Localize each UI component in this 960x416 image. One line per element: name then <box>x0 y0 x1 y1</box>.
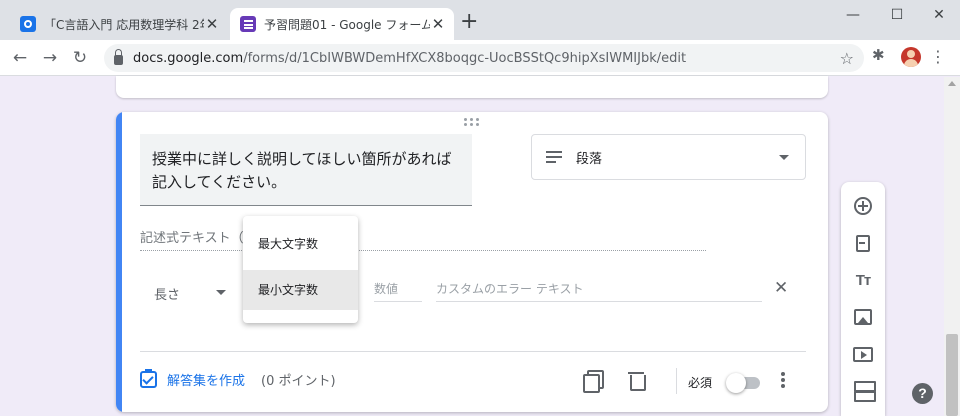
url-path: /forms/d/1CbIWBWDemHfXCX8boqgc-UocBSStQc… <box>243 50 687 66</box>
browser-menu-icon[interactable]: ⋮ <box>930 47 946 66</box>
profile-avatar[interactable] <box>901 47 921 67</box>
required-toggle-thumb[interactable] <box>726 373 746 393</box>
paragraph-icon <box>546 151 562 163</box>
tab-close-icon[interactable]: ✕ <box>204 16 220 32</box>
number-input[interactable]: 数値 <box>374 280 422 302</box>
divider <box>140 351 806 352</box>
tab-title: 「C言語入門 応用数理学科 2年」の <box>44 17 204 32</box>
more-options-icon[interactable] <box>780 370 786 390</box>
question-type-label: 段落 <box>576 151 603 167</box>
window-close-button[interactable]: ✕ <box>924 4 954 26</box>
tab-classroom[interactable]: 「C言語入門 応用数理学科 2年」の ✕ <box>10 8 228 40</box>
help-icon[interactable]: ? <box>912 383 933 404</box>
address-bar[interactable]: docs.google.com/forms/d/1CbIWBWDemHfXCX8… <box>104 44 864 72</box>
lock-icon <box>114 49 123 65</box>
duplicate-icon[interactable] <box>583 370 604 393</box>
chevron-down-icon[interactable] <box>216 290 226 295</box>
url-host: docs.google.com <box>133 50 244 66</box>
previous-question-card[interactable] <box>116 76 828 98</box>
add-question-icon <box>854 197 872 215</box>
bookmark-star-icon[interactable]: ☆ <box>840 49 854 68</box>
add-title-button[interactable]: Tт <box>851 268 875 292</box>
tab-forms[interactable]: 予習問題01 - Google フォーム ✕ <box>230 8 454 40</box>
clear-validation-icon[interactable]: ✕ <box>774 278 788 298</box>
tab-close-icon[interactable]: ✕ <box>430 16 446 32</box>
minimize-button[interactable]: — <box>838 4 868 26</box>
maximize-button[interactable]: ☐ <box>882 4 912 26</box>
scrollbar-thumb[interactable] <box>946 334 958 416</box>
length-options-menu: 最大文字数 最小文字数 <box>243 216 358 323</box>
import-questions-button[interactable] <box>851 231 875 255</box>
question-title-input[interactable]: 授業中に詳しく説明してほしい箇所があれば記入してください。 <box>140 134 472 206</box>
browser-toolbar: ← → ↻ docs.google.com/forms/d/1CbIWBWDem… <box>0 40 960 76</box>
side-toolbar: Tт <box>841 182 885 416</box>
answer-key-button[interactable]: 解答集を作成 (0 ポイント) <box>140 369 336 389</box>
delete-icon[interactable] <box>628 371 646 391</box>
divider <box>676 368 677 394</box>
add-video-button[interactable] <box>851 342 875 366</box>
menu-item-min-length[interactable]: 最小文字数 <box>243 270 358 310</box>
points-label: (0 ポイント) <box>261 374 336 389</box>
chevron-down-icon <box>779 155 789 160</box>
add-image-icon <box>854 309 872 325</box>
new-tab-button[interactable]: + <box>460 11 478 33</box>
answer-key-check-icon <box>140 369 157 388</box>
active-card-accent <box>116 112 122 412</box>
add-question-button[interactable] <box>851 194 875 218</box>
custom-error-input[interactable]: カスタムのエラー テキスト <box>436 280 762 302</box>
validation-type-select[interactable]: 長さ <box>154 284 180 303</box>
forms-favicon-icon <box>240 16 256 32</box>
reload-icon[interactable]: ↻ <box>68 46 92 70</box>
scroll-up-arrow-icon[interactable] <box>948 81 956 86</box>
required-label: 必須 <box>688 376 713 390</box>
answer-placeholder: 記述式テキスト（ <box>140 227 706 251</box>
menu-item-max-length[interactable]: 最大文字数 <box>243 224 358 264</box>
question-card[interactable]: 授業中に詳しく説明してほしい箇所があれば記入してください。 段落 記述式テキスト… <box>116 112 828 412</box>
add-section-button[interactable] <box>851 378 876 402</box>
classroom-favicon-icon <box>20 16 36 32</box>
forward-icon[interactable]: → <box>38 46 62 70</box>
add-video-icon <box>853 346 873 362</box>
import-questions-icon <box>856 234 870 252</box>
extensions-icon[interactable]: ✱ <box>872 46 885 64</box>
browser-tab-strip: 「C言語入門 応用数理学科 2年」の ✕ 予習問題01 - Google フォー… <box>0 0 960 40</box>
question-type-select[interactable]: 段落 <box>531 134 806 180</box>
tab-title: 予習問題01 - Google フォーム <box>264 17 430 32</box>
add-section-icon <box>854 381 876 402</box>
back-icon[interactable]: ← <box>8 46 32 70</box>
answer-key-label: 解答集を作成 <box>167 374 246 389</box>
add-image-button[interactable] <box>851 305 875 329</box>
add-title-icon: Tт <box>855 271 871 289</box>
drag-handle-icon[interactable] <box>464 118 480 126</box>
